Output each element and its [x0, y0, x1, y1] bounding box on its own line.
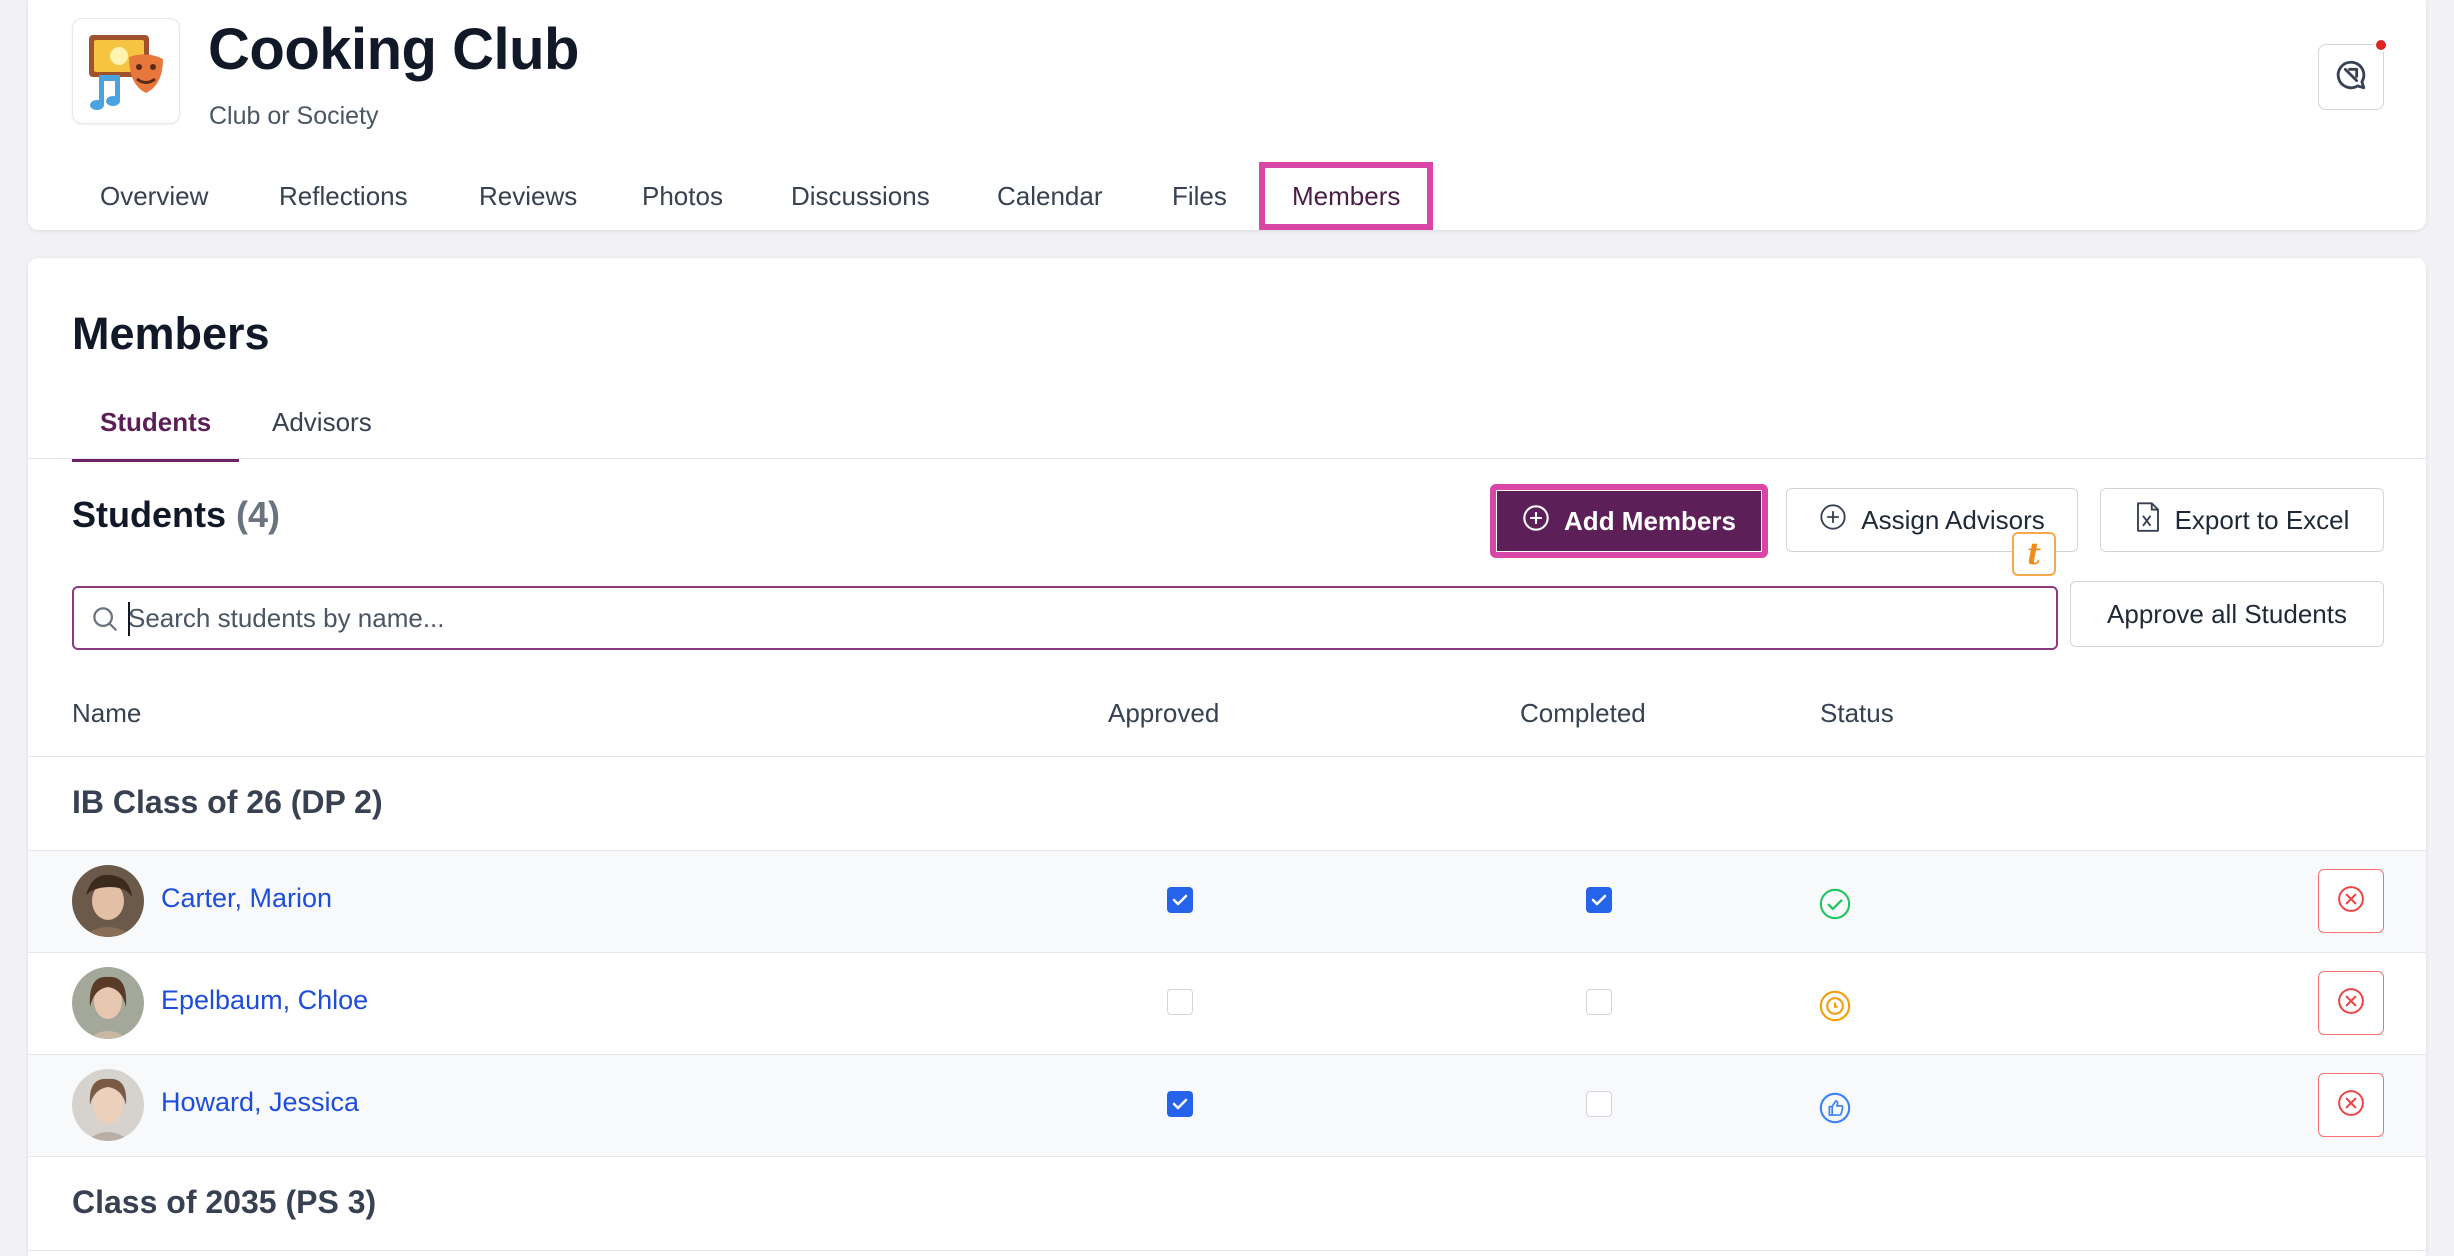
group-label: Class of 2035 (PS 3)	[72, 1184, 377, 1220]
add-members-label: Add Members	[1564, 505, 1736, 536]
divider	[28, 756, 2426, 757]
search-field[interactable]	[72, 586, 2058, 650]
approved-checkbox[interactable]	[1167, 887, 1193, 913]
export-excel-button[interactable]: Export to Excel	[2100, 488, 2384, 552]
plus-circle-icon	[1522, 504, 1550, 539]
student-name-link[interactable]: Howard, Jessica	[161, 1087, 359, 1118]
student-name-link[interactable]: Carter, Marion	[161, 883, 332, 914]
students-heading: Students (4)	[72, 494, 280, 536]
tab-overview[interactable]: Overview	[100, 162, 208, 230]
pending-clock-icon	[1818, 989, 1852, 1028]
approve-all-label: Approve all Students	[2107, 598, 2347, 629]
text-caret	[128, 602, 130, 636]
close-circle-icon	[2336, 986, 2366, 1021]
tab-files[interactable]: Files	[1172, 162, 1227, 230]
club-logo	[72, 18, 180, 124]
tab-members[interactable]: Members	[1259, 162, 1434, 230]
club-subtitle: Club or Society	[209, 102, 379, 130]
tab-calendar[interactable]: Calendar	[997, 162, 1103, 230]
table-row: Howard, Jessica	[28, 1055, 2426, 1156]
divider	[28, 1156, 2426, 1157]
column-completed[interactable]: Completed	[1520, 698, 1646, 729]
add-members-button[interactable]: Add Members	[1490, 484, 1768, 558]
completed-checkbox[interactable]	[1586, 989, 1612, 1015]
plus-circle-icon	[1819, 503, 1847, 538]
completed-checkbox[interactable]	[1586, 1091, 1612, 1117]
club-title: Cooking Club	[208, 17, 579, 82]
page-title: Members	[72, 308, 270, 359]
approved-checkbox[interactable]	[1167, 989, 1193, 1015]
completed-check-icon	[1818, 887, 1852, 926]
divider	[28, 1250, 2426, 1251]
remove-member-button[interactable]	[2318, 1073, 2384, 1137]
table-row: Epelbaum, Chloe	[28, 953, 2426, 1054]
student-name-link[interactable]: Epelbaum, Chloe	[161, 985, 368, 1016]
students-heading-label: Students	[72, 494, 227, 535]
chat-button[interactable]	[2318, 44, 2384, 110]
column-name[interactable]: Name	[72, 698, 141, 729]
remove-member-button[interactable]	[2318, 869, 2384, 933]
tab-discussions[interactable]: Discussions	[791, 162, 930, 230]
approved-thumbs-up-icon	[1818, 1091, 1852, 1130]
close-circle-icon	[2336, 884, 2366, 919]
notification-dot	[2374, 38, 2388, 52]
tab-advisors[interactable]: Advisors	[272, 396, 372, 462]
excel-file-icon	[2135, 501, 2161, 539]
tab-reviews[interactable]: Reviews	[479, 162, 577, 230]
approved-checkbox[interactable]	[1167, 1091, 1193, 1117]
column-status[interactable]: Status	[1820, 698, 1894, 729]
chat-icon	[2334, 58, 2368, 97]
avatar	[72, 967, 144, 1039]
completed-checkbox[interactable]	[1586, 887, 1612, 913]
tab-reflections[interactable]: Reflections	[279, 162, 408, 230]
approve-all-button[interactable]: Approve all Students	[2070, 581, 2384, 647]
group-label: IB Class of 26 (DP 2)	[72, 784, 383, 820]
club-header: Cooking Club Club or Society Overview Re…	[28, 0, 2426, 230]
translate-icon[interactable]: t	[2012, 532, 2056, 576]
remove-member-button[interactable]	[2318, 971, 2384, 1035]
assign-advisors-label: Assign Advisors	[1861, 504, 2045, 535]
search-icon	[90, 604, 120, 639]
table-row: Carter, Marion	[28, 851, 2426, 952]
avatar	[72, 1069, 144, 1141]
search-input[interactable]	[128, 596, 2028, 640]
export-excel-label: Export to Excel	[2174, 504, 2350, 535]
members-panel: Members Students Advisors Students (4) A…	[28, 258, 2426, 1256]
column-approved[interactable]: Approved	[1108, 698, 1219, 729]
tab-students[interactable]: Students	[72, 396, 240, 462]
close-circle-icon	[2336, 1088, 2366, 1123]
students-count: (4)	[236, 494, 281, 535]
divider	[28, 458, 2426, 459]
avatar	[72, 865, 144, 937]
tab-photos[interactable]: Photos	[642, 162, 723, 230]
